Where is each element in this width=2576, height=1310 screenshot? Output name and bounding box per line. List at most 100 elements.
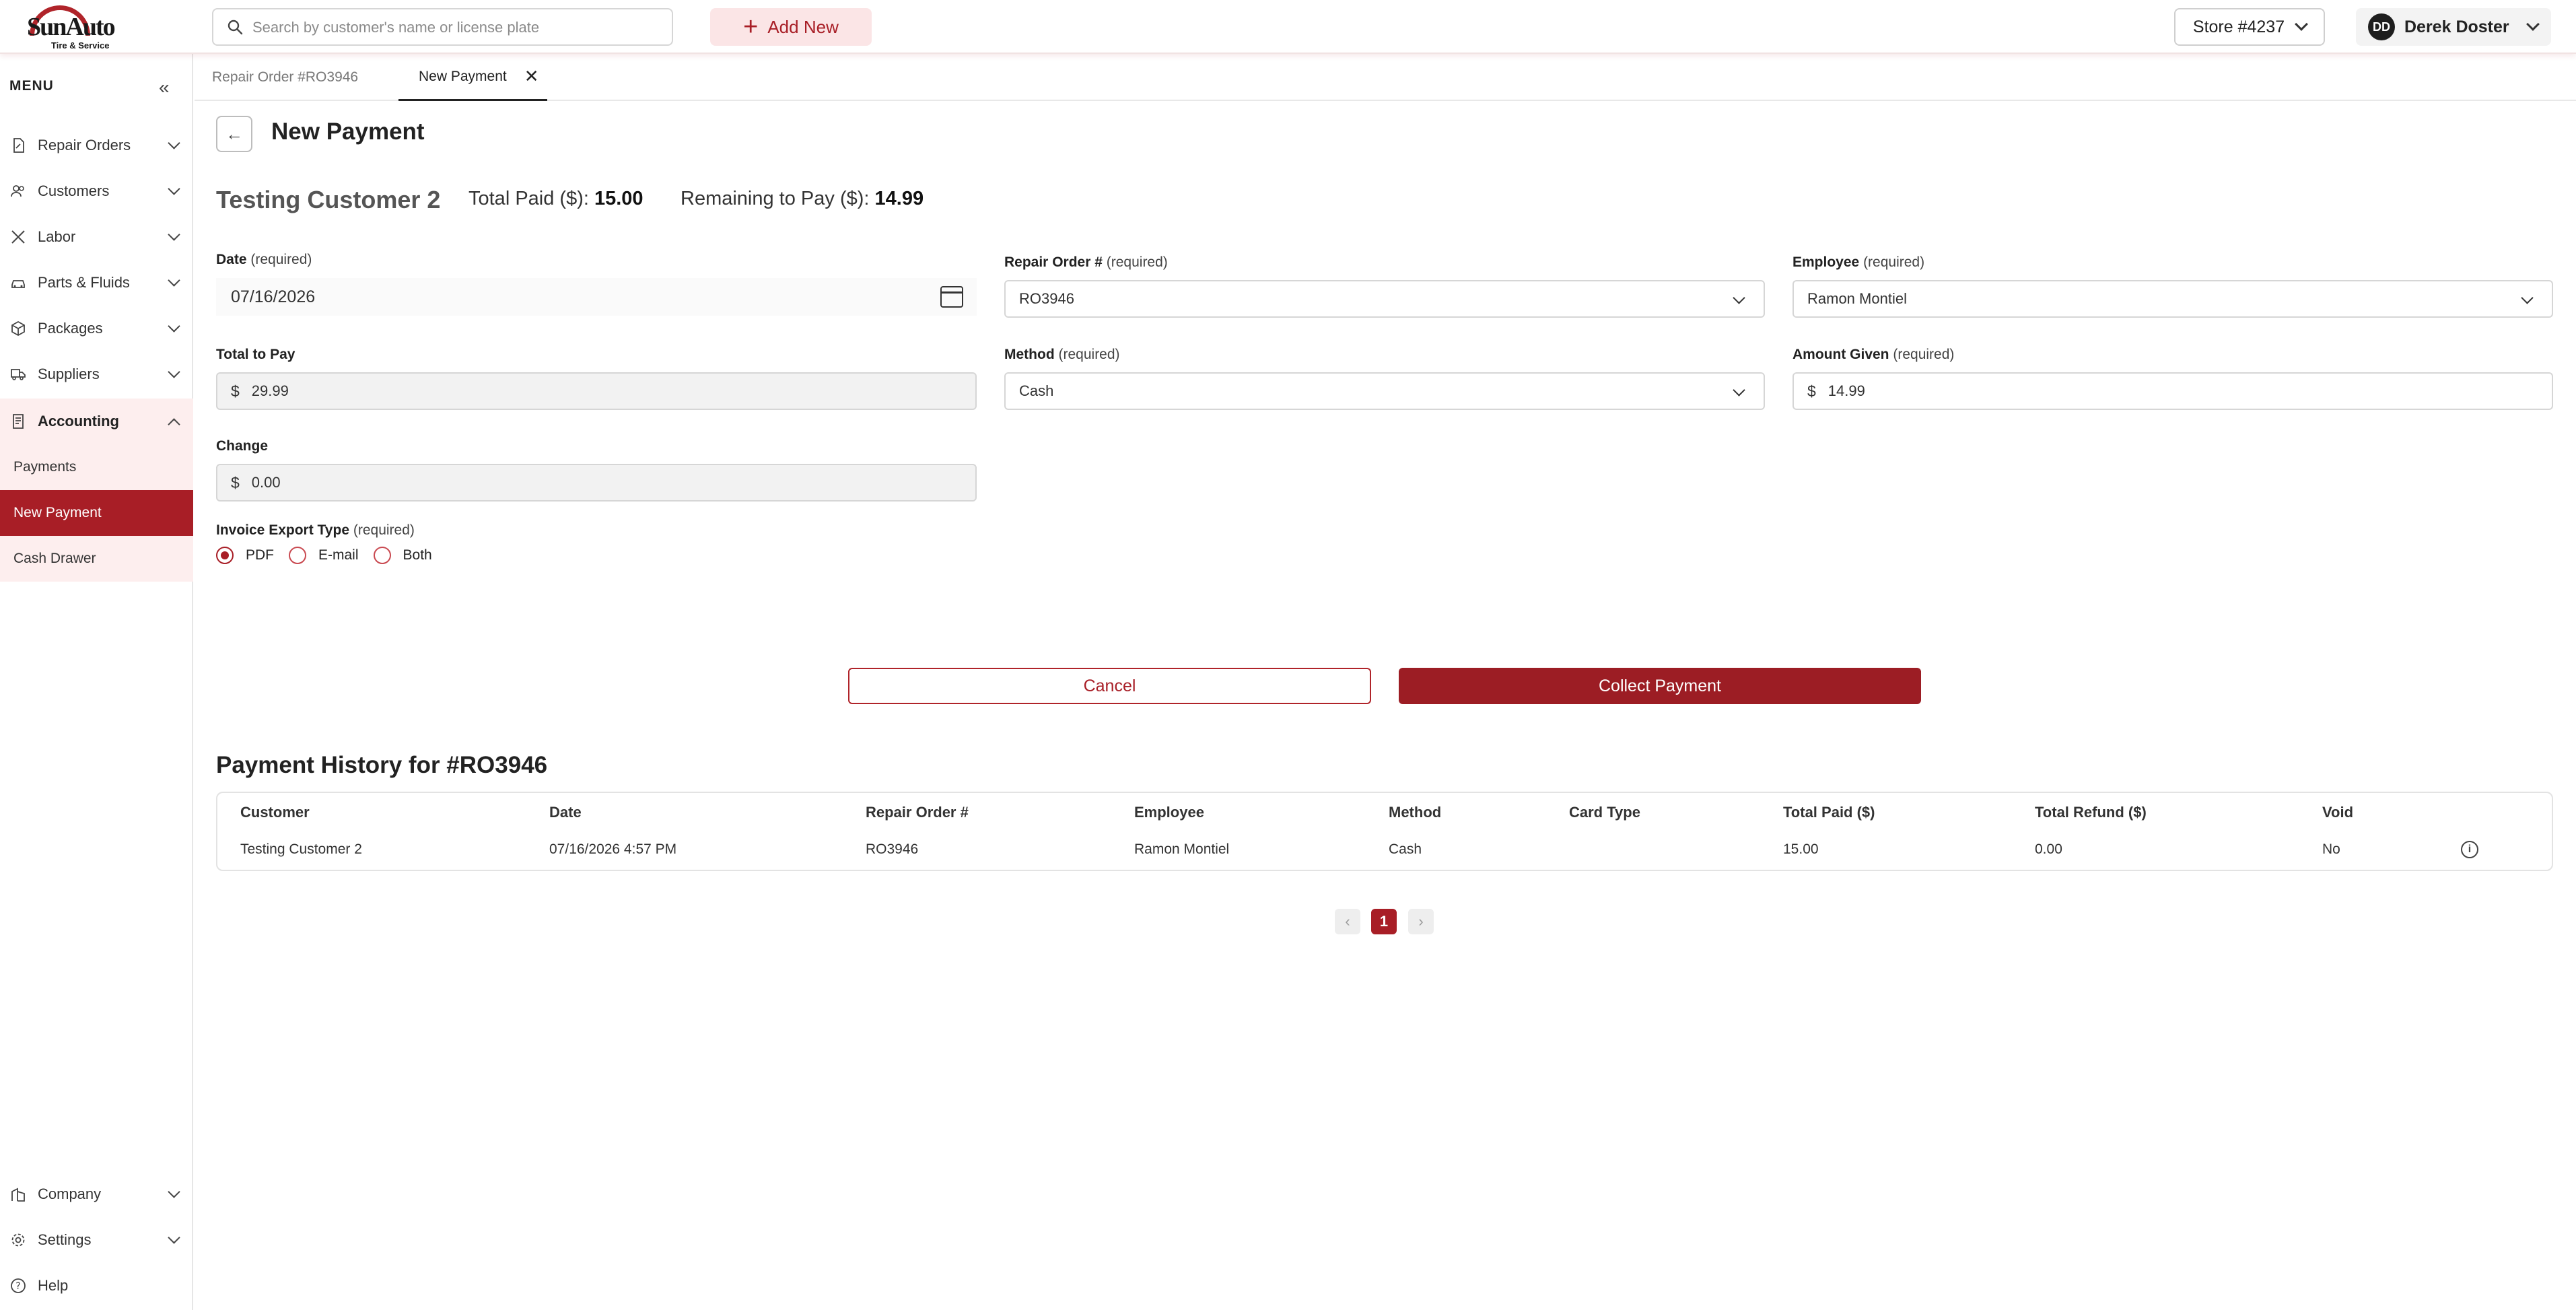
page-title: New Payment [271, 118, 425, 145]
add-new-button[interactable]: + Add New [710, 8, 872, 46]
chevron-down-icon [2295, 18, 2309, 31]
export-type-radio-group: PDF E-mail Both [216, 547, 447, 564]
document-icon [9, 137, 27, 154]
search-input[interactable] [252, 16, 656, 39]
radio-both[interactable] [373, 547, 391, 564]
employee-select[interactable]: Ramon Montiel [1792, 280, 2553, 318]
sidebar-item-label: Customers [38, 182, 110, 199]
tab-new-payment[interactable]: New Payment ✕ [398, 54, 547, 101]
sunauto-logo[interactable]: SunAuto Tire & Service [26, 4, 127, 51]
sidebar-item-customers[interactable]: Customers [0, 168, 193, 214]
calendar-icon[interactable] [940, 286, 963, 308]
sidebar-item-repair-orders[interactable]: Repair Orders [0, 123, 193, 168]
help-icon: ? [9, 1277, 27, 1295]
tab-repair-order[interactable]: Repair Order #RO3946 [212, 54, 358, 101]
date-field[interactable]: 07/16/2026 [216, 278, 977, 316]
user-menu[interactable]: DD Derek Doster [2356, 8, 2551, 46]
column-header: Date [549, 804, 582, 821]
store-label: Store #4237 [2192, 17, 2285, 36]
repair-order-label: Repair Order # (required) [1004, 254, 1168, 271]
required-text: (required) [1058, 347, 1120, 362]
dollar-sign: $ [231, 382, 240, 400]
cell-customer: Testing Customer 2 [240, 841, 362, 857]
column-header: Employee [1134, 804, 1204, 821]
total-to-pay-label: Total to Pay [216, 347, 295, 362]
radio-pdf-label[interactable]: PDF [246, 547, 274, 563]
amount-given-field[interactable]: $ 14.99 [1792, 372, 2553, 410]
sidebar-item-label: Settings [38, 1231, 92, 1248]
cancel-button[interactable]: Cancel [848, 668, 1371, 704]
sidebar-item-company[interactable]: Company [0, 1171, 193, 1217]
export-type-label-text: Invoice Export Type [216, 522, 349, 538]
add-new-label: Add New [767, 16, 839, 37]
store-selector[interactable]: Store #4237 [2174, 8, 2325, 46]
radio-both-label[interactable]: Both [403, 547, 432, 563]
sidebar-subitem-cash-drawer[interactable]: Cash Drawer [0, 536, 193, 582]
info-icon[interactable]: i [2461, 841, 2478, 858]
repair-order-select[interactable]: RO3946 [1004, 280, 1765, 318]
sidebar-item-packages[interactable]: Packages [0, 306, 193, 351]
radio-email-label[interactable]: E-mail [318, 547, 359, 563]
chevron-down-icon [1733, 291, 1745, 304]
chevron-down-icon [168, 320, 180, 333]
method-select[interactable]: Cash [1004, 372, 1765, 410]
sidebar-subitem-new-payment[interactable]: New Payment [0, 490, 193, 536]
page-button-current[interactable]: 1 [1371, 909, 1397, 934]
column-header: Total Refund ($) [2035, 804, 2147, 821]
collect-payment-button[interactable]: Collect Payment [1399, 668, 1921, 704]
sidebar-item-suppliers[interactable]: Suppliers [0, 351, 193, 397]
tools-icon [9, 228, 27, 246]
radio-email[interactable] [289, 547, 306, 564]
avatar: DD [2368, 13, 2395, 40]
sidebar: MENU « Repair Orders Customers Labor Par… [0, 54, 193, 1310]
radio-pdf[interactable] [216, 547, 234, 564]
cell-total-paid: 15.00 [1783, 841, 1819, 857]
close-icon[interactable]: ✕ [524, 66, 539, 87]
collapse-sidebar-icon[interactable]: « [159, 77, 170, 98]
total-paid-value: 15.00 [594, 188, 643, 209]
payment-history-title: Payment History for #RO3946 [216, 752, 548, 778]
column-header: Customer [240, 804, 310, 821]
cell-repair-order: RO3946 [866, 841, 919, 857]
plus-icon: + [743, 13, 759, 41]
repair-order-label-text: Repair Order # [1004, 254, 1103, 270]
dollar-sign: $ [1807, 382, 1816, 400]
dollar-sign: $ [231, 473, 240, 491]
total-to-pay-value: 29.99 [251, 382, 289, 399]
tab-label: Repair Order #RO3946 [212, 69, 359, 85]
svg-text:?: ? [15, 1281, 20, 1292]
date-value: 07/16/2026 [231, 287, 316, 306]
method-value: Cash [1019, 382, 1054, 399]
prev-page-button[interactable]: ‹ [1335, 909, 1360, 934]
chevron-down-icon [168, 228, 180, 241]
amount-given-value[interactable]: 14.99 [1828, 382, 1865, 400]
sidebar-item-label: Help [38, 1277, 69, 1294]
sidebar-item-label: Repair Orders [38, 137, 131, 153]
top-bar: SunAuto Tire & Service + Add New Store #… [0, 0, 2576, 54]
sidebar-item-labor[interactable]: Labor [0, 214, 193, 260]
chevron-down-icon [2521, 291, 2534, 304]
user-name: Derek Doster [2404, 17, 2509, 36]
sidebar-item-settings[interactable]: Settings [0, 1217, 193, 1263]
total-paid-summary: Total Paid ($): 15.00 [468, 188, 643, 210]
next-page-button[interactable]: › [1408, 909, 1434, 934]
chevron-down-icon [2526, 18, 2540, 31]
invoice-icon [9, 413, 27, 430]
remaining-label: Remaining to Pay ($): [681, 188, 870, 209]
sidebar-item-label: Packages [38, 320, 103, 337]
sidebar-item-accounting[interactable]: Accounting [0, 399, 193, 444]
sidebar-item-parts-fluids[interactable]: Parts & Fluids [0, 260, 193, 306]
sidebar-item-label: Suppliers [38, 366, 100, 382]
customer-name: Testing Customer 2 [216, 186, 441, 213]
back-button[interactable]: ← [216, 116, 252, 152]
required-text: (required) [250, 252, 312, 267]
car-icon [9, 274, 27, 291]
sidebar-item-help[interactable]: ? Help [0, 1263, 193, 1309]
search-box[interactable] [212, 8, 673, 46]
remaining-summary: Remaining to Pay ($): 14.99 [681, 188, 924, 210]
cell-method: Cash [1389, 841, 1422, 857]
cell-employee: Ramon Montiel [1134, 841, 1230, 857]
chevron-down-icon [1733, 384, 1745, 397]
sidebar-subitem-payments[interactable]: Payments [0, 444, 193, 490]
tab-bar: Repair Order #RO3946 New Payment ✕ [195, 54, 2576, 101]
